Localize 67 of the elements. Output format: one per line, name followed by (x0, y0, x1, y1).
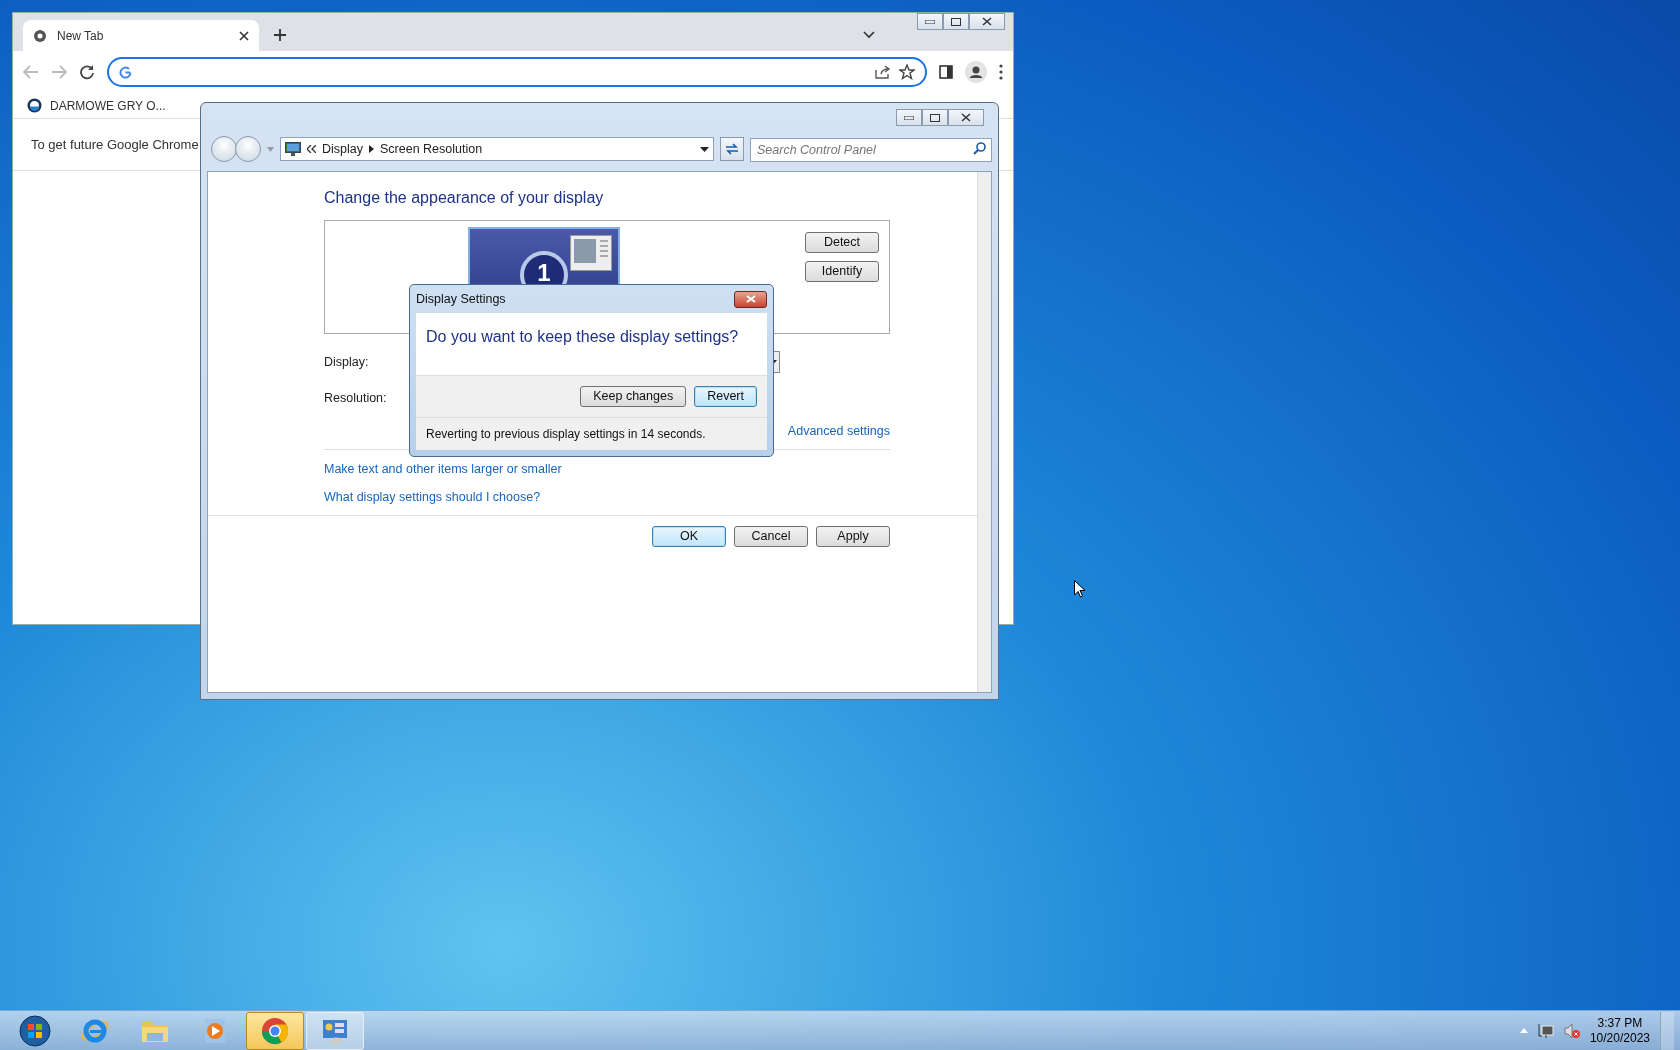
side-button[interactable]: Identify (805, 261, 879, 282)
double-chevron-icon (307, 145, 316, 153)
search-engine-icon (119, 65, 132, 79)
chevron-down-icon[interactable] (863, 31, 875, 39)
network-icon[interactable] (1537, 1022, 1554, 1039)
refresh-arrows-icon (725, 143, 739, 155)
dialog-button[interactable]: Cancel (734, 526, 808, 548)
clock-time: 3:37 PM (1597, 1015, 1643, 1031)
taskbar-app[interactable] (246, 1011, 304, 1050)
close-icon[interactable] (239, 30, 249, 41)
breadcrumb-item[interactable]: Display (322, 139, 363, 159)
maximize-icon (951, 17, 961, 26)
maximize-button[interactable] (943, 13, 969, 30)
reload-icon[interactable] (79, 64, 95, 80)
start-orb-icon (19, 1014, 51, 1047)
dialog-button[interactable]: OK (652, 526, 726, 548)
scrollbar[interactable] (977, 172, 991, 692)
search-field[interactable]: Search Control Panel (750, 138, 992, 162)
bookmark[interactable]: DARMOWE GRY O... (27, 96, 166, 115)
speaker-muted-icon[interactable] (1563, 1022, 1580, 1039)
more-menu-icon[interactable] (999, 64, 1003, 80)
advanced-settings-link[interactable]: Advanced settings (787, 422, 890, 441)
refresh-button[interactable] (720, 137, 744, 161)
mouse-cursor-icon (1074, 580, 1086, 598)
dialog-button[interactable]: Revert (694, 386, 757, 407)
close-button[interactable] (948, 109, 984, 126)
dialog-button[interactable]: Apply (816, 526, 890, 548)
clock[interactable]: 3:37 PM 10/20/2023 (1589, 1015, 1650, 1046)
address-bar[interactable] (107, 57, 927, 87)
field-label: Resolution: (324, 389, 387, 407)
breadcrumb-item[interactable]: Screen Resolution (380, 139, 483, 159)
window-thumbnail-icon (570, 235, 612, 271)
address-bar[interactable]: Display Screen Resolution (280, 137, 714, 161)
search-icon (973, 142, 986, 155)
info-bar-text: To get future Google Chrome (31, 135, 199, 154)
circle-logo-icon (27, 98, 42, 113)
clock-date: 10/20/2023 (1589, 1030, 1650, 1046)
close-icon (745, 295, 756, 303)
help-link[interactable]: Make text and other items larger or smaller (324, 461, 562, 476)
close-button[interactable] (734, 290, 767, 308)
countdown-text: Reverting to previous display settings in 14 seconds. (426, 426, 706, 443)
globe-icon (33, 28, 47, 43)
close-icon (982, 17, 992, 26)
forward-button[interactable] (235, 136, 261, 162)
side-panel-icon[interactable] (939, 65, 953, 79)
dropdown-arrow-icon[interactable] (700, 146, 709, 152)
field-label: Display: (324, 353, 369, 371)
profile-icon[interactable] (965, 61, 987, 83)
close-button[interactable] (969, 13, 1005, 30)
dialog-button[interactable]: Keep changes (580, 386, 687, 407)
share-icon[interactable] (875, 65, 891, 79)
browser-tab[interactable]: New Tab (23, 20, 259, 51)
close-icon (961, 113, 971, 122)
monitor-icon (285, 142, 301, 156)
plus-icon[interactable] (273, 28, 287, 42)
dialog-question: Do you want to keep these display settings? (426, 328, 739, 345)
chevron-right-icon (369, 145, 374, 153)
star-icon[interactable] (899, 64, 915, 80)
side-button[interactable]: Detect (805, 232, 879, 253)
maximize-icon (930, 113, 940, 122)
chrome-icon (260, 1015, 290, 1046)
page-heading: Change the appearance of your display (324, 188, 605, 208)
help-link[interactable]: What display settings should I choose? (324, 489, 541, 504)
minimize-icon (925, 19, 935, 24)
maximize-button[interactable] (922, 109, 948, 126)
minimize-icon (904, 115, 914, 120)
back-button[interactable] (211, 136, 237, 162)
